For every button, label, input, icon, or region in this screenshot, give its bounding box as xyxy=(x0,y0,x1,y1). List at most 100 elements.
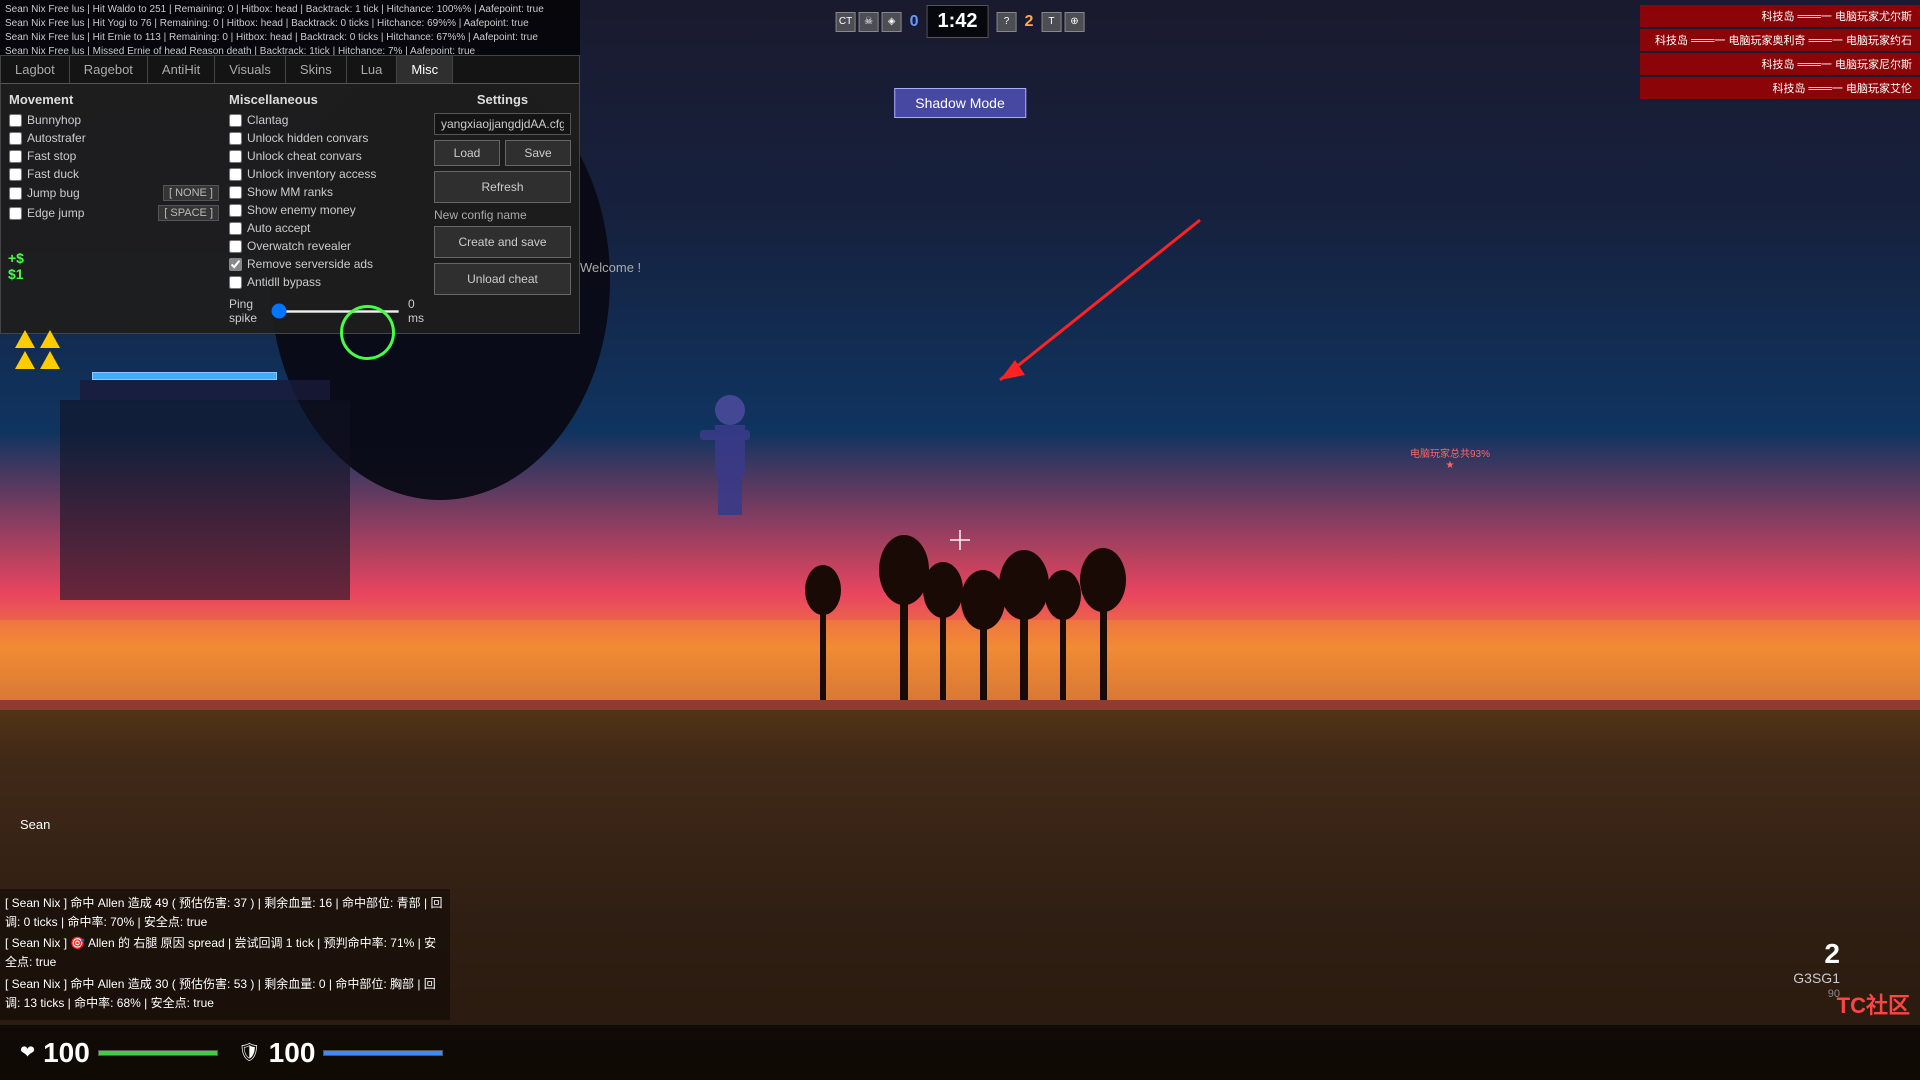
crosshair xyxy=(950,530,970,550)
edge-jump-keybind[interactable]: [ SPACE ] xyxy=(158,205,219,221)
player-character xyxy=(700,395,750,515)
hud-timer: 1:42 xyxy=(926,5,988,38)
armor-bar xyxy=(323,1050,443,1056)
new-config-name-label: New config name xyxy=(434,208,571,222)
chat-line-1: [ Sean Nix ] 🎯 Allen 的 右腿 原因 spread | 尝试… xyxy=(5,934,445,972)
show-mm-ranks-checkbox[interactable] xyxy=(229,186,242,199)
score-t: 2 xyxy=(1025,13,1034,31)
fast-stop-label: Fast stop xyxy=(27,149,76,163)
hud-score: 0 xyxy=(910,13,919,31)
unlock-inventory-access-checkbox[interactable] xyxy=(229,168,242,181)
settings-column: Settings Load Save Refresh New config na… xyxy=(434,92,571,325)
jump-bug-checkbox[interactable] xyxy=(9,187,22,200)
health-icon: ❤ xyxy=(20,1042,35,1063)
weapon-display: 2 G3SG1 90 xyxy=(1793,938,1840,1000)
bomb-icon: ? xyxy=(997,12,1017,32)
unlock-hidden-convars-label: Unlock hidden convars xyxy=(247,131,368,145)
ct-icon: CT xyxy=(836,12,856,32)
movement-title: Movement xyxy=(9,92,219,107)
player-icons xyxy=(15,330,60,369)
health-value: 100 xyxy=(43,1037,90,1069)
create-and-save-button[interactable]: Create and save xyxy=(434,226,571,258)
red-arrow xyxy=(1000,220,1200,380)
auto-accept-checkbox[interactable] xyxy=(229,222,242,235)
config-name-input[interactable] xyxy=(434,113,571,135)
load-save-row: Load Save xyxy=(434,140,571,166)
sean-name-tag: Sean xyxy=(20,817,50,832)
ping-spike-label: Ping spike xyxy=(229,297,263,325)
team-icons-left: CT ☠ ◈ xyxy=(836,12,902,32)
tab-visuals[interactable]: Visuals xyxy=(215,56,286,83)
jump-bug-label: Jump bug xyxy=(27,186,80,200)
team-panel-3: 科技岛 ═══一 电脑玩家艾伦 xyxy=(1640,77,1920,99)
weapon-name: G3SG1 xyxy=(1793,970,1840,986)
player-arrow-2 xyxy=(15,351,35,369)
green-circle-indicator xyxy=(340,305,395,360)
hud-top: CT ☠ ◈ 0 1:42 ? 2 T ⊕ xyxy=(836,5,1085,38)
show-enemy-money-label: Show enemy money xyxy=(247,203,356,217)
bottom-hud: ❤ 100 🛡 100 xyxy=(0,1025,1920,1080)
t-icon-2: ⊕ xyxy=(1064,12,1084,32)
remove-serverside-ads-label: Remove serverside ads xyxy=(247,257,373,271)
fast-duck-row: Fast duck xyxy=(9,167,219,181)
antidll-bypass-checkbox[interactable] xyxy=(229,276,242,289)
enemy-star: ★ xyxy=(1410,460,1490,471)
cheat-menu: Lagbot Ragebot AntiHit Visuals Skins Lua… xyxy=(0,55,580,334)
unlock-inventory-access-label: Unlock inventory access xyxy=(247,167,376,181)
ping-spike-value: 0 ms xyxy=(408,297,424,325)
bottom-chat: [ Sean Nix ] 命中 Allen 造成 49 ( 预估伤害: 37 )… xyxy=(0,889,450,1020)
edge-jump-checkbox[interactable] xyxy=(9,207,22,220)
health-bar xyxy=(98,1050,218,1056)
show-enemy-money-row: Show enemy money xyxy=(229,203,424,217)
player-arrow-1 xyxy=(15,330,35,348)
hud-score-t: 2 xyxy=(1025,13,1034,31)
auto-accept-label: Auto accept xyxy=(247,221,310,235)
player-1 xyxy=(15,330,35,369)
ammo-display: 2 xyxy=(1793,938,1840,970)
unlock-inventory-access-row: Unlock inventory access xyxy=(229,167,424,181)
show-mm-ranks-label: Show MM ranks xyxy=(247,185,333,199)
overwatch-revealer-checkbox[interactable] xyxy=(229,240,242,253)
clantag-checkbox[interactable] xyxy=(229,114,242,127)
miscellaneous-column: Miscellaneous Clantag Unlock hidden conv… xyxy=(229,92,424,325)
tab-misc[interactable]: Misc xyxy=(397,56,453,83)
show-mm-ranks-row: Show MM ranks xyxy=(229,185,424,199)
score-ct: 0 xyxy=(910,13,919,31)
chat-line-2: [ Sean Nix ] 命中 Allen 造成 30 ( 预估伤害: 53 )… xyxy=(5,975,445,1013)
jump-bug-row: Jump bug [ NONE ] xyxy=(9,185,219,201)
autostrafer-label: Autostrafer xyxy=(27,131,86,145)
bunnyhop-checkbox[interactable] xyxy=(9,114,22,127)
clantag-row: Clantag xyxy=(229,113,424,127)
tab-ragebot[interactable]: Ragebot xyxy=(70,56,148,83)
tab-lagbot[interactable]: Lagbot xyxy=(1,56,70,83)
tab-lua[interactable]: Lua xyxy=(347,56,398,83)
load-button[interactable]: Load xyxy=(434,140,500,166)
unload-cheat-button[interactable]: Unload cheat xyxy=(434,263,571,295)
unlock-hidden-convars-checkbox[interactable] xyxy=(229,132,242,145)
enemy-health-text: 电脑玩家总共93% xyxy=(1410,445,1490,460)
fast-duck-checkbox[interactable] xyxy=(9,168,22,181)
unlock-hidden-convars-row: Unlock hidden convars xyxy=(229,131,424,145)
shadow-mode-button[interactable]: Shadow Mode xyxy=(894,88,1026,118)
bunnyhop-label: Bunnyhop xyxy=(27,113,81,127)
enemy-info: 电脑玩家总共93% ★ xyxy=(1410,445,1490,471)
info-line-3: Sean Nix Free lus | Hit Ernie to 113 | R… xyxy=(5,31,575,45)
tab-antihit[interactable]: AntiHit xyxy=(148,56,215,83)
tab-skins[interactable]: Skins xyxy=(286,56,347,83)
remove-serverside-ads-checkbox[interactable] xyxy=(229,258,242,271)
refresh-button[interactable]: Refresh xyxy=(434,171,571,203)
grenade-icon: ◈ xyxy=(882,12,902,32)
progress-bar xyxy=(92,372,277,380)
jump-bug-keybind[interactable]: [ NONE ] xyxy=(163,185,219,201)
overwatch-revealer-row: Overwatch revealer xyxy=(229,239,424,253)
save-button[interactable]: Save xyxy=(505,140,571,166)
movement-column: Movement Bunnyhop Autostrafer Fast stop … xyxy=(9,92,219,325)
autostrafer-checkbox[interactable] xyxy=(9,132,22,145)
fast-stop-checkbox[interactable] xyxy=(9,150,22,163)
team-panel-0: 科技岛 ═══一 电脑玩家尤尔斯 xyxy=(1640,5,1920,27)
unlock-cheat-convars-checkbox[interactable] xyxy=(229,150,242,163)
show-enemy-money-checkbox[interactable] xyxy=(229,204,242,217)
team-panel-2: 科技岛 ═══一 电脑玩家尼尔斯 xyxy=(1640,53,1920,75)
ammo-reserve: 90 xyxy=(1793,988,1840,1000)
money-total: $1 xyxy=(8,266,24,282)
